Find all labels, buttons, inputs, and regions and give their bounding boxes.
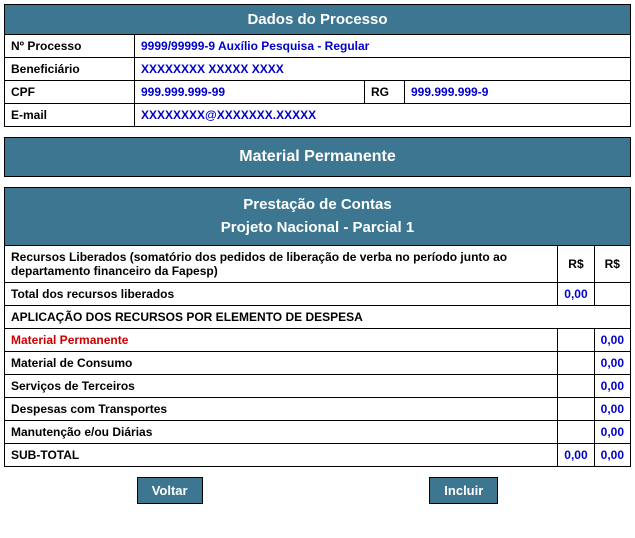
accounts-header: Prestação de Contas Projeto Nacional - P… [5, 188, 631, 246]
row-material-consumo: Material de Consumo [5, 352, 558, 375]
val-servicos-terceiros-r1 [558, 375, 594, 398]
val-material-consumo-r1 [558, 352, 594, 375]
val-despesas-transportes-r2[interactable]: 0,00 [594, 398, 630, 421]
incluir-button[interactable]: Incluir [429, 477, 498, 504]
row-aplicacao-section: APLICAÇÃO DOS RECURSOS POR ELEMENTO DE D… [5, 306, 631, 329]
value-email[interactable]: XXXXXXXX@XXXXXXX.XXXXX [135, 104, 631, 127]
val-manutencao-diarias-r2[interactable]: 0,00 [594, 421, 630, 444]
accounts-table: Prestação de Contas Projeto Nacional - P… [4, 187, 631, 467]
val-manutencao-diarias-r1 [558, 421, 594, 444]
row-total-recursos: Total dos recursos liberados [5, 283, 558, 306]
accounts-subtitle: Projeto Nacional - Parcial 1 [11, 217, 624, 240]
val-despesas-transportes-r1 [558, 398, 594, 421]
material-band-table: Material Permanente [4, 137, 631, 177]
val-material-permanente-r1 [558, 329, 594, 352]
val-subtotal-r2[interactable]: 0,00 [594, 444, 630, 467]
button-row: Voltar Incluir [4, 477, 631, 504]
label-email: E-mail [5, 104, 135, 127]
val-total-recursos-r1[interactable]: 0,00 [558, 283, 594, 306]
row-servicos-terceiros: Serviços de Terceiros [5, 375, 558, 398]
row-subtotal: SUB-TOTAL [5, 444, 558, 467]
val-total-recursos-r2 [594, 283, 630, 306]
val-material-consumo-r2[interactable]: 0,00 [594, 352, 630, 375]
row-manutencao-diarias: Manutenção e/ou Diárias [5, 421, 558, 444]
value-rg[interactable]: 999.999.999-9 [405, 81, 631, 104]
label-cpf: CPF [5, 81, 135, 104]
row-material-permanente[interactable]: Material Permanente [5, 329, 558, 352]
val-subtotal-r1[interactable]: 0,00 [558, 444, 594, 467]
value-beneficiario[interactable]: XXXXXXXX XXXXX XXXX [135, 58, 631, 81]
process-data-table: Dados do Processo Nº Processo 9999/99999… [4, 4, 631, 127]
process-header: Dados do Processo [5, 5, 631, 35]
value-numero[interactable]: 9999/99999-9 Auxílio Pesquisa - Regular [135, 35, 631, 58]
label-numero: Nº Processo [5, 35, 135, 58]
voltar-button[interactable]: Voltar [137, 477, 203, 504]
val-servicos-terceiros-r2[interactable]: 0,00 [594, 375, 630, 398]
col-header-r1: R$ [558, 246, 594, 283]
label-rg: RG [365, 81, 405, 104]
row-recursos-liberados: Recursos Liberados (somatório dos pedido… [5, 246, 558, 283]
row-despesas-transportes: Despesas com Transportes [5, 398, 558, 421]
material-header: Material Permanente [5, 138, 631, 177]
value-cpf[interactable]: 999.999.999-99 [135, 81, 365, 104]
val-material-permanente-r2[interactable]: 0,00 [594, 329, 630, 352]
label-beneficiario: Beneficiário [5, 58, 135, 81]
col-header-r2: R$ [594, 246, 630, 283]
accounts-title: Prestação de Contas [11, 194, 624, 217]
